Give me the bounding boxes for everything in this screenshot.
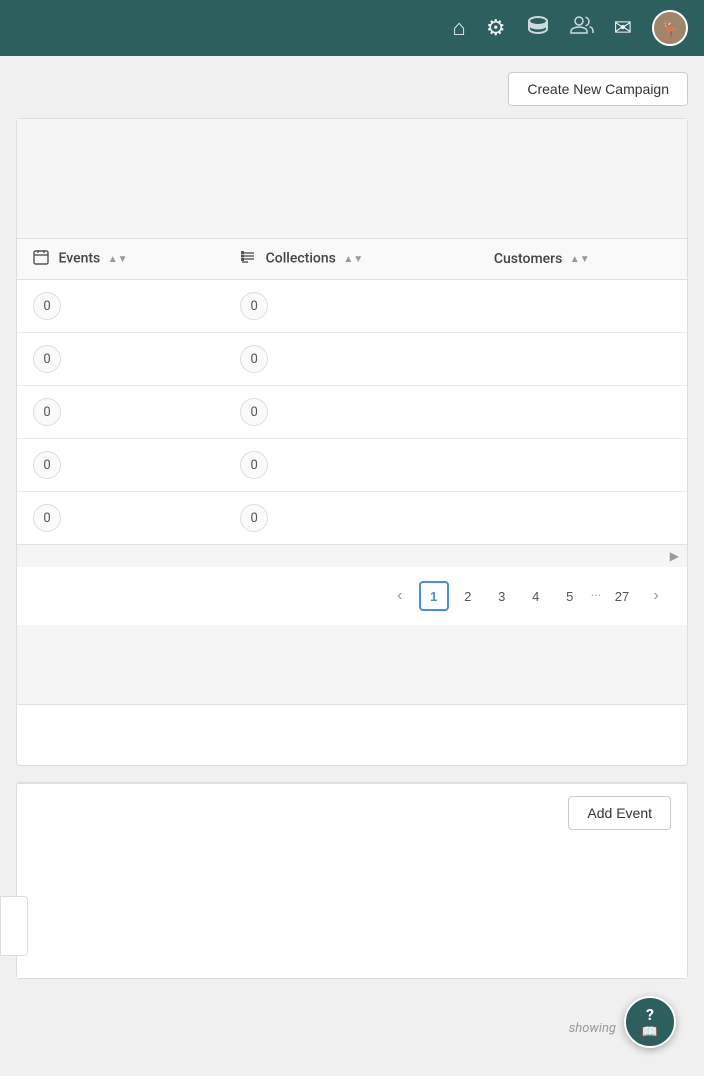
- customers-cell: [478, 492, 687, 545]
- collections-cell: 0: [224, 386, 478, 439]
- scroll-indicator: ▶: [17, 544, 687, 567]
- users-icon[interactable]: [570, 14, 594, 42]
- customers-cell: [478, 280, 687, 333]
- customers-cell: [478, 333, 687, 386]
- events-cell: 0: [17, 280, 224, 333]
- table-header: Events ▲▼: [17, 239, 687, 280]
- collections-cell: 0: [224, 492, 478, 545]
- avatar[interactable]: 🦌: [652, 10, 688, 46]
- add-event-bar: Add Event: [17, 783, 687, 842]
- table-body: 0 0 0 0 0 0 0: [17, 280, 687, 545]
- table-row: 0 0: [17, 492, 687, 545]
- showing-label: showing: [569, 1021, 616, 1036]
- table-row: 0 0: [17, 386, 687, 439]
- top-navigation: ⌂ ⚙ ✉ 🦌: [0, 0, 704, 56]
- campaigns-table-wrapper: Events ▲▼: [17, 239, 687, 544]
- events-cell: 0: [17, 386, 224, 439]
- collections-cell: 0: [224, 280, 478, 333]
- list-icon: [240, 249, 256, 269]
- page-1-button[interactable]: 1: [419, 581, 449, 611]
- gear-icon[interactable]: ⚙: [486, 16, 506, 41]
- last-page-button[interactable]: 27: [607, 581, 637, 611]
- page-3-button[interactable]: 3: [487, 581, 517, 611]
- help-button[interactable]: ? 📖: [624, 996, 676, 1048]
- pagination-dots: ···: [589, 589, 603, 604]
- home-icon[interactable]: ⌂: [453, 15, 466, 41]
- col-events[interactable]: Events ▲▼: [17, 239, 224, 280]
- collections-cell: 0: [224, 333, 478, 386]
- card-header-area: [17, 119, 687, 239]
- book-icon: 📖: [642, 1025, 658, 1040]
- mail-icon[interactable]: ✉: [614, 16, 632, 41]
- add-event-content-area: [17, 858, 687, 978]
- events-cell: 0: [17, 492, 224, 545]
- theater-icon[interactable]: [526, 13, 550, 43]
- page-4-button[interactable]: 4: [521, 581, 551, 611]
- create-campaign-button[interactable]: Create New Campaign: [508, 72, 688, 106]
- calendar-icon: [33, 249, 49, 269]
- table-row: 0 0: [17, 280, 687, 333]
- customers-sort-icon: ▲▼: [570, 254, 590, 265]
- prev-page-button[interactable]: ‹: [385, 581, 415, 611]
- second-card: Add Event: [16, 782, 688, 979]
- customers-cell: [478, 386, 687, 439]
- table-row: 0 0: [17, 439, 687, 492]
- col-collections[interactable]: Collections ▲▼: [224, 239, 478, 280]
- left-sidebar-partial: [0, 896, 28, 956]
- events-cell: 0: [17, 439, 224, 492]
- card-footer-area: [17, 705, 687, 765]
- pagination: ‹ 1 2 3 4 5 ··· 27 ›: [17, 567, 687, 625]
- events-sort-icon: ▲▼: [108, 254, 128, 265]
- col-customers[interactable]: Customers ▲▼: [478, 239, 687, 280]
- action-bar: Create New Campaign: [16, 72, 688, 106]
- page-5-button[interactable]: 5: [555, 581, 585, 611]
- add-event-button[interactable]: Add Event: [568, 796, 671, 830]
- main-content: Create New Campaign: [0, 56, 704, 1011]
- page-2-button[interactable]: 2: [453, 581, 483, 611]
- scroll-right-icon: ▶: [670, 549, 679, 563]
- campaigns-table: Events ▲▼: [17, 239, 687, 544]
- question-icon: ?: [646, 1005, 654, 1024]
- table-row: 0 0: [17, 333, 687, 386]
- collections-sort-icon: ▲▼: [343, 254, 363, 265]
- card-bottom-area: [17, 625, 687, 705]
- events-cell: 0: [17, 333, 224, 386]
- customers-cell: [478, 439, 687, 492]
- main-card: Events ▲▼: [16, 118, 688, 766]
- collections-cell: 0: [224, 439, 478, 492]
- next-page-button[interactable]: ›: [641, 581, 671, 611]
